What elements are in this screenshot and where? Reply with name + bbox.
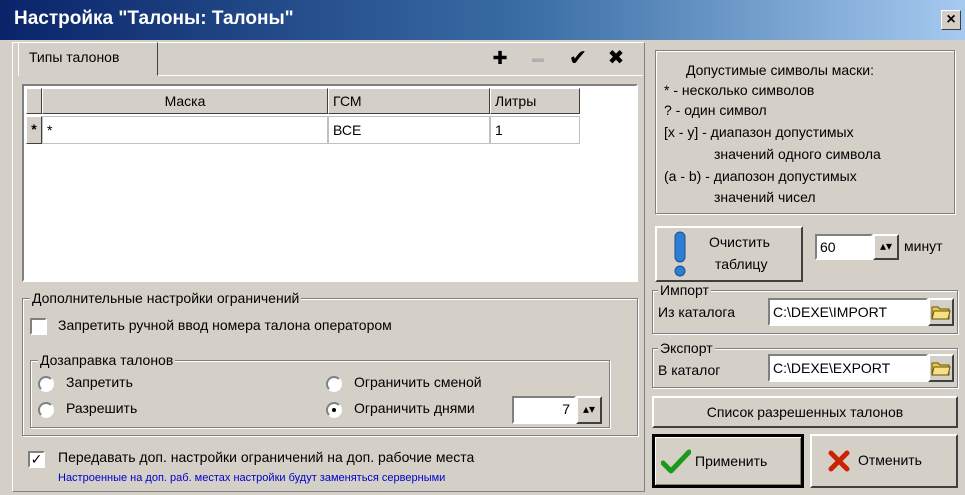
- column-header-mask[interactable]: Маска: [42, 88, 328, 114]
- folder-icon: [931, 306, 951, 320]
- pass-settings-checkbox[interactable]: ✓: [28, 451, 45, 468]
- pass-settings-label[interactable]: Передавать доп. настройки ограничений на…: [58, 449, 474, 465]
- mask-help-title: Допустимые символы маски:: [686, 62, 875, 78]
- import-legend: Импорт: [658, 282, 711, 298]
- import-label: Из каталога: [658, 304, 736, 320]
- refuel-allow-label[interactable]: Разрешить: [66, 400, 137, 416]
- mask-help-line: значений одного символа: [714, 146, 881, 162]
- clear-label-1: Очистить: [709, 234, 770, 250]
- pass-settings-note: Настроенные на доп. раб. местах настройк…: [58, 472, 446, 484]
- forbid-manual-label[interactable]: Запретить ручной ввод номера талона опер…: [58, 317, 392, 333]
- cell-liters[interactable]: 1: [490, 116, 580, 144]
- clear-label-2: таблицу: [715, 256, 768, 272]
- cancel-label: Отменить: [858, 452, 922, 468]
- confirm-button[interactable]: ✔: [564, 44, 592, 72]
- mask-help-line: * - несколько символов: [664, 82, 815, 98]
- add-button[interactable]: ✚: [486, 44, 514, 72]
- column-header-fuel[interactable]: ГСМ: [328, 88, 490, 114]
- import-browse-button[interactable]: [928, 298, 954, 326]
- coupon-grid[interactable]: Маска ГСМ Литры * * ВСЕ 1: [22, 84, 638, 282]
- mask-help-line: [x - y] - диапазон допустимых: [664, 124, 854, 140]
- export-legend: Экспорт: [658, 340, 715, 356]
- apply-label: Применить: [695, 453, 768, 469]
- refuel-shift-label[interactable]: Ограничить сменой: [354, 374, 482, 390]
- minutes-spinner[interactable]: ▴▾: [873, 234, 899, 260]
- allowed-coupons-button[interactable]: Список разрешенных талонов: [652, 396, 958, 428]
- x-icon: [828, 450, 850, 472]
- mask-help-line: ? - один символ: [664, 102, 767, 118]
- tab-label: Типы талонов: [29, 49, 120, 65]
- window-title: Настройка "Талоны: Талоны": [14, 8, 294, 29]
- checkmark-icon: [661, 449, 691, 474]
- export-browse-button[interactable]: [928, 354, 954, 382]
- days-spinner[interactable]: ▴▾: [576, 396, 602, 424]
- folder-icon: [931, 362, 951, 376]
- refuel-shift-radio[interactable]: [326, 376, 342, 392]
- tab-coupon-types[interactable]: Типы талонов: [18, 42, 158, 76]
- export-label: В каталог: [658, 362, 721, 378]
- minutes-input[interactable]: 60: [815, 234, 873, 260]
- column-header-liters[interactable]: Литры: [490, 88, 580, 114]
- apply-button[interactable]: Применить: [652, 434, 804, 488]
- exclamation-icon: [674, 231, 686, 277]
- mask-help-line: (a - b) - диапозон допустимых: [664, 168, 857, 184]
- row-indicator-header: [26, 88, 42, 114]
- cell-fuel[interactable]: ВСЕ: [328, 116, 490, 144]
- refuel-forbid-radio[interactable]: [38, 376, 54, 392]
- refuel-legend: Дозаправка талонов: [38, 352, 176, 368]
- import-path-input[interactable]: C:\DEXE\IMPORT: [768, 298, 928, 326]
- delete-button[interactable]: ▬: [524, 44, 552, 72]
- days-input[interactable]: 7: [512, 396, 576, 424]
- forbid-manual-checkbox[interactable]: [30, 318, 47, 335]
- row-indicator[interactable]: *: [26, 116, 42, 144]
- clear-table-button[interactable]: Очистить таблицу: [655, 226, 803, 282]
- cell-mask[interactable]: *: [42, 116, 328, 144]
- close-button[interactable]: ×: [941, 10, 961, 30]
- export-path-input[interactable]: C:\DEXE\EXPORT: [768, 354, 928, 382]
- cancel-button[interactable]: Отменить: [810, 434, 958, 488]
- refuel-days-radio[interactable]: [326, 402, 342, 418]
- cancel-edit-button[interactable]: ✖: [602, 44, 630, 72]
- refuel-days-label[interactable]: Ограничить днями: [354, 400, 475, 416]
- mask-help-line: значений чисел: [714, 189, 816, 205]
- restrictions-legend: Дополнительные настройки ограничений: [30, 290, 302, 306]
- refuel-forbid-label[interactable]: Запретить: [66, 374, 133, 390]
- minutes-unit: минут: [904, 238, 943, 254]
- refuel-allow-radio[interactable]: [38, 402, 54, 418]
